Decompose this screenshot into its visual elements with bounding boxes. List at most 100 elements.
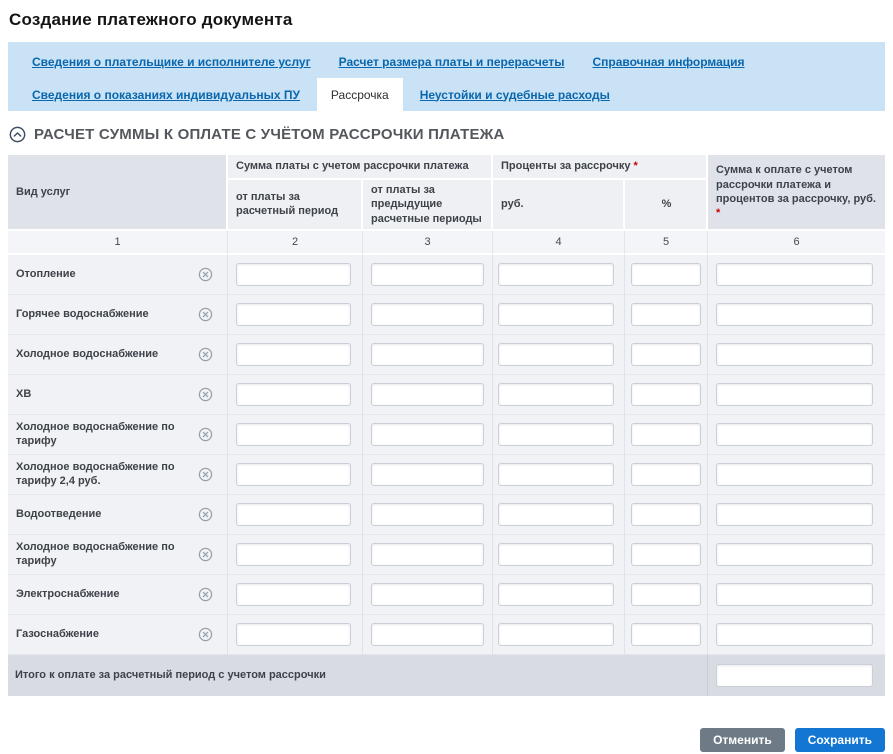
total-payable-input[interactable] (716, 343, 873, 366)
interest-percent-input[interactable] (631, 583, 701, 606)
current-period-amount-input[interactable] (236, 543, 351, 566)
previous-periods-amount-input[interactable] (371, 623, 484, 646)
previous-periods-amount-input[interactable] (371, 463, 484, 486)
interest-rub-input[interactable] (498, 543, 614, 566)
tab-reference-info[interactable]: Справочная информация (593, 55, 745, 69)
current-period-amount-input[interactable] (236, 343, 351, 366)
previous-periods-amount-input[interactable] (371, 423, 484, 446)
previous-periods-amount-input[interactable] (371, 543, 484, 566)
tab-payer-and-provider-info[interactable]: Сведения о плательщике и исполнителе усл… (32, 55, 311, 69)
current-period-amount-input[interactable] (236, 303, 351, 326)
col-group-installment-interest: Проценты за рассрочку * (493, 155, 708, 180)
tab-penalties-and-court-costs[interactable]: Неустойки и судебные расходы (420, 88, 610, 102)
cancel-button[interactable]: Отменить (700, 728, 785, 752)
col-header-service-type-label: Вид услуг (16, 186, 70, 198)
column-number: 4 (493, 231, 625, 255)
page-title: Создание платежного документа (9, 10, 885, 30)
section-title: РАСЧЕТ СУММЫ К ОПЛАТЕ С УЧЁТОМ РАССРОЧКИ… (34, 126, 505, 143)
interest-rub-input[interactable] (498, 423, 614, 446)
interest-percent-input[interactable] (631, 263, 701, 286)
interest-rub-input[interactable] (498, 463, 614, 486)
previous-periods-amount-input[interactable] (371, 383, 484, 406)
interest-rub-input[interactable] (498, 583, 614, 606)
remove-service-icon[interactable] (198, 387, 213, 402)
interest-rub-input[interactable] (498, 303, 614, 326)
interest-rub-input[interactable] (498, 623, 614, 646)
remove-service-icon[interactable] (198, 547, 213, 562)
current-period-amount-input[interactable] (236, 503, 351, 526)
table-row: Холодное водоснабжение (8, 335, 885, 375)
interest-percent-input[interactable] (631, 463, 701, 486)
interest-percent-input[interactable] (631, 423, 701, 446)
remove-service-icon[interactable] (198, 427, 213, 442)
col-header-percent-label: % (662, 198, 672, 210)
current-period-amount-input[interactable] (236, 383, 351, 406)
total-sum-input[interactable] (716, 664, 873, 687)
interest-percent-input[interactable] (631, 303, 701, 326)
col-header-percent: % (625, 180, 708, 231)
current-period-amount-input[interactable] (236, 463, 351, 486)
col-group-payment-label: Сумма платы с учетом рассрочки платежа (236, 160, 469, 172)
remove-service-icon[interactable] (198, 347, 213, 362)
section-header: РАСЧЕТ СУММЫ К ОПЛАТЕ С УЧЁТОМ РАССРОЧКИ… (9, 121, 885, 147)
col-header-service-type: Вид услуг (8, 155, 228, 231)
col-header-total-payable: Сумма к оплате с учетом рассрочки платеж… (708, 155, 885, 231)
current-period-amount-input[interactable] (236, 623, 351, 646)
required-mark: * (716, 207, 720, 219)
current-period-amount-input[interactable] (236, 423, 351, 446)
interest-percent-input[interactable] (631, 543, 701, 566)
interest-percent-input[interactable] (631, 623, 701, 646)
total-payable-input[interactable] (716, 383, 873, 406)
interest-percent-input[interactable] (631, 343, 701, 366)
remove-service-icon[interactable] (198, 587, 213, 602)
save-button[interactable]: Сохранить (795, 728, 885, 752)
current-period-amount-input[interactable] (236, 583, 351, 606)
total-payable-input[interactable] (716, 543, 873, 566)
col-header-rub-label: руб. (501, 198, 524, 210)
remove-service-icon[interactable] (198, 507, 213, 522)
total-row: Итого к оплате за расчетный период с уче… (8, 655, 885, 696)
total-payable-input[interactable] (716, 503, 873, 526)
collapse-section-icon[interactable] (9, 126, 26, 143)
column-number: 3 (363, 231, 493, 255)
interest-rub-input[interactable] (498, 383, 614, 406)
table-row: Газоснабжение (8, 615, 885, 655)
total-payable-input[interactable] (716, 583, 873, 606)
tab-row-2: Сведения о показаниях индивидуальных ПУ … (32, 78, 885, 111)
tab-payment-calculation[interactable]: Расчет размера платы и перерасчеты (339, 55, 565, 69)
interest-percent-input[interactable] (631, 503, 701, 526)
installment-table: Вид услуг Сумма платы с учетом рассрочки… (8, 155, 885, 696)
column-number: 1 (8, 231, 228, 255)
service-label: Газоснабжение (16, 627, 105, 642)
total-payable-input[interactable] (716, 263, 873, 286)
service-label: Холодное водоснабжение (16, 347, 164, 362)
interest-rub-input[interactable] (498, 343, 614, 366)
table-row: Водоотведение (8, 495, 885, 535)
previous-periods-amount-input[interactable] (371, 343, 484, 366)
current-period-amount-input[interactable] (236, 263, 351, 286)
interest-rub-input[interactable] (498, 503, 614, 526)
col-header-previous-periods-label: от платы за предыдущие расчетные периоды (371, 184, 482, 225)
total-payable-input[interactable] (716, 423, 873, 446)
previous-periods-amount-input[interactable] (371, 503, 484, 526)
interest-percent-input[interactable] (631, 383, 701, 406)
tab-installment-active[interactable]: Рассрочка (317, 78, 403, 111)
interest-rub-input[interactable] (498, 263, 614, 286)
total-payable-input[interactable] (716, 623, 873, 646)
previous-periods-amount-input[interactable] (371, 263, 484, 286)
table-row: Холодное водоснабжение по тарифу (8, 415, 885, 455)
col-header-total-payable-label: Сумма к оплате с учетом рассрочки платеж… (716, 164, 876, 205)
service-label: Холодное водоснабжение по тарифу (16, 540, 198, 570)
total-payable-input[interactable] (716, 303, 873, 326)
remove-service-icon[interactable] (198, 627, 213, 642)
table-row: Холодное водоснабжение по тарифу (8, 535, 885, 575)
col-header-previous-periods: от платы за предыдущие расчетные периоды (363, 180, 493, 231)
tab-individual-meter-readings[interactable]: Сведения о показаниях индивидуальных ПУ (32, 88, 300, 102)
remove-service-icon[interactable] (198, 267, 213, 282)
remove-service-icon[interactable] (198, 467, 213, 482)
total-payable-input[interactable] (716, 463, 873, 486)
remove-service-icon[interactable] (198, 307, 213, 322)
previous-periods-amount-input[interactable] (371, 303, 484, 326)
previous-periods-amount-input[interactable] (371, 583, 484, 606)
service-label: ХВ (16, 387, 37, 402)
